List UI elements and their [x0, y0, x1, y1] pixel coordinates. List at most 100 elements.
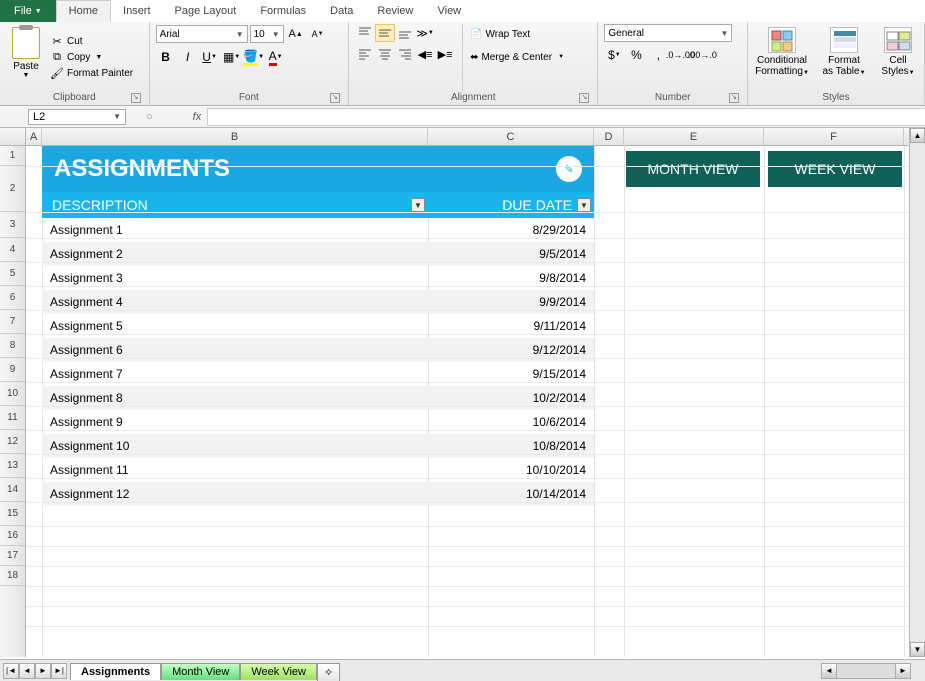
col-header-f[interactable]: F [764, 128, 904, 145]
align-left-button[interactable] [355, 45, 375, 63]
wrap-icon: 📄 [470, 29, 482, 40]
conditional-formatting-button[interactable]: ConditionalFormatting▼ [754, 24, 810, 91]
decrease-font-button[interactable]: A▼ [308, 24, 328, 44]
row-header[interactable]: 10 [0, 382, 25, 406]
scroll-up-icon[interactable]: ▲ [910, 128, 925, 143]
table-header-due-date[interactable]: DUE DATE ▼ [428, 192, 594, 218]
clipboard-dialog-launcher[interactable]: ↘ [131, 93, 141, 103]
number-group-label: Number [655, 92, 691, 103]
align-right-button[interactable] [395, 45, 415, 63]
row-header[interactable]: 11 [0, 406, 25, 430]
format-as-table-button[interactable]: Formatas Table▼ [816, 24, 872, 91]
col-header-d[interactable]: D [594, 128, 624, 145]
file-tab[interactable]: File▼ [0, 0, 56, 22]
number-dialog-launcher[interactable]: ↘ [729, 93, 739, 103]
font-name-select[interactable]: Arial▼ [156, 25, 248, 43]
filter-button-due-date[interactable]: ▼ [577, 198, 591, 212]
row-header[interactable]: 5 [0, 262, 25, 286]
row-header[interactable]: 15 [0, 502, 25, 526]
row-header[interactable]: 18 [0, 566, 25, 586]
brush-icon: 🖌 [50, 67, 64, 81]
increase-font-button[interactable]: A▲ [286, 24, 306, 44]
cell-styles-label: CellStyles▼ [881, 55, 914, 77]
col-header-a[interactable]: A [26, 128, 42, 145]
row-header[interactable]: 12 [0, 430, 25, 454]
name-box[interactable]: L2▼ [28, 109, 126, 125]
row-header[interactable]: 8 [0, 334, 25, 358]
table-header-description[interactable]: DESCRIPTION ▼ [42, 192, 428, 218]
align-bottom-button[interactable] [395, 24, 415, 42]
accounting-format-button[interactable]: $▼ [604, 45, 624, 65]
last-sheet-button[interactable]: ►| [51, 663, 67, 679]
percent-format-button[interactable]: % [626, 45, 646, 65]
first-sheet-button[interactable]: |◄ [3, 663, 19, 679]
chevron-down-icon: ▼ [720, 29, 728, 38]
tab-data[interactable]: Data [318, 0, 365, 22]
week-view-button[interactable]: WEEK VIEW [768, 151, 902, 187]
copy-button[interactable]: ⧉Copy▼ [50, 51, 133, 65]
decrease-decimal-button[interactable]: .00→.0 [692, 45, 712, 65]
select-all-corner[interactable] [0, 128, 26, 145]
next-sheet-button[interactable]: ► [35, 663, 51, 679]
format-painter-button[interactable]: 🖌Format Painter [50, 67, 133, 81]
row-header[interactable]: 3 [0, 212, 25, 238]
tab-page-layout[interactable]: Page Layout [163, 0, 249, 22]
row-header[interactable]: 16 [0, 526, 25, 546]
cell-styles-button[interactable]: CellStyles▼ [878, 24, 918, 91]
horizontal-scrollbar[interactable] [821, 663, 911, 679]
italic-button[interactable]: I [178, 47, 198, 67]
fx-label[interactable]: fx [193, 111, 202, 123]
row-header[interactable]: 1 [0, 146, 25, 166]
font-size-select[interactable]: 10▼ [250, 25, 284, 43]
row-header[interactable]: 4 [0, 238, 25, 262]
formula-input[interactable] [207, 108, 925, 126]
row-header[interactable]: 7 [0, 310, 25, 334]
col-header-c[interactable]: C [428, 128, 594, 145]
due-date-label: DUE DATE [502, 197, 572, 213]
new-sheet-button[interactable]: ✧ [317, 663, 340, 681]
cut-button[interactable]: ✂Cut [50, 35, 133, 49]
sheet-tab-month-view[interactable]: Month View [161, 663, 240, 680]
align-middle-button[interactable] [375, 24, 395, 42]
orientation-button[interactable]: ≫▼ [415, 24, 435, 42]
font-size: 10 [254, 29, 265, 40]
border-button[interactable]: ▦▼ [222, 47, 242, 67]
filter-button-description[interactable]: ▼ [411, 198, 425, 212]
fill-color-button[interactable]: 🪣▼ [244, 47, 264, 67]
align-center-button[interactable] [375, 45, 395, 63]
month-view-button[interactable]: MONTH VIEW [626, 151, 760, 187]
row-header[interactable]: 9 [0, 358, 25, 382]
increase-indent-button[interactable]: ▶≡ [435, 45, 455, 63]
row-header[interactable]: 17 [0, 546, 25, 566]
bold-button[interactable]: B [156, 47, 176, 67]
wrap-text-button[interactable]: 📄Wrap Text [470, 24, 564, 44]
paste-button[interactable]: Paste ▼ [6, 24, 46, 91]
alignment-dialog-launcher[interactable]: ↘ [579, 93, 589, 103]
row-header[interactable]: 6 [0, 286, 25, 310]
merge-label: Merge & Center [481, 52, 552, 63]
col-header-b[interactable]: B [42, 128, 428, 145]
decrease-indent-button[interactable]: ◀≡ [415, 45, 435, 63]
merge-center-button[interactable]: ⬌Merge & Center▼ [470, 47, 564, 67]
number-format-select[interactable]: General▼ [604, 24, 732, 42]
tab-insert[interactable]: Insert [111, 0, 163, 22]
sheet-tab-week-view[interactable]: Week View [240, 663, 317, 680]
sheet-tab-assignments[interactable]: Assignments [70, 663, 161, 680]
align-top-button[interactable] [355, 24, 375, 42]
col-header-e[interactable]: E [624, 128, 764, 145]
edit-icon[interactable]: ✎ [556, 156, 582, 182]
tab-review[interactable]: Review [365, 0, 425, 22]
tab-home[interactable]: Home [56, 0, 111, 22]
row-header[interactable]: 14 [0, 478, 25, 502]
copy-icon: ⧉ [50, 51, 64, 65]
row-header[interactable]: 13 [0, 454, 25, 478]
font-dialog-launcher[interactable]: ↘ [330, 93, 340, 103]
scroll-down-icon[interactable]: ▼ [910, 642, 925, 657]
font-color-button[interactable]: A▼ [266, 47, 286, 67]
tab-formulas[interactable]: Formulas [248, 0, 318, 22]
vertical-scrollbar[interactable]: ▲ ▼ [909, 128, 925, 657]
row-header[interactable]: 2 [0, 166, 25, 212]
prev-sheet-button[interactable]: ◄ [19, 663, 35, 679]
underline-button[interactable]: U▼ [200, 47, 220, 67]
tab-view[interactable]: View [425, 0, 473, 22]
